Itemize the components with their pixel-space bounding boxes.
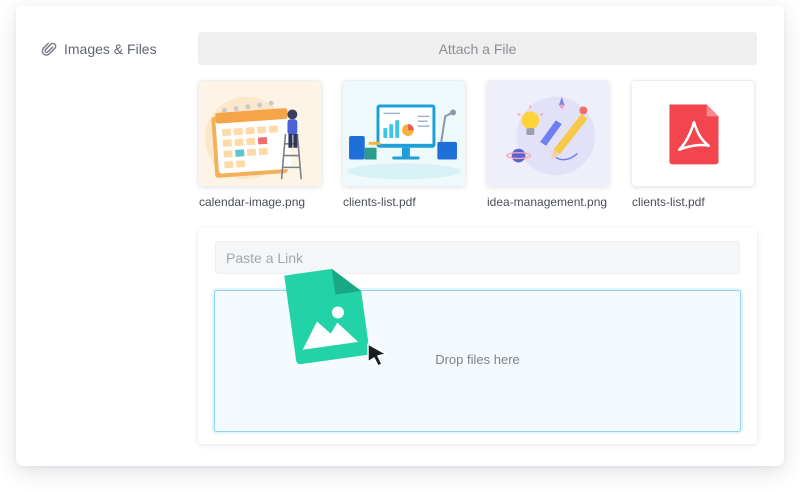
paste-link-input[interactable] <box>215 241 740 274</box>
field-label: Images & Files <box>41 39 157 59</box>
file-thumbnail-idea[interactable] <box>486 80 610 187</box>
file-name: calendar-image.png <box>199 195 306 209</box>
field-label-text: Images & Files <box>64 41 157 57</box>
dashboard-illustration <box>343 81 465 186</box>
drop-zone-text: Drop files here <box>435 352 520 367</box>
file-thumbnail-calendar[interactable] <box>198 80 322 187</box>
file-name: idea-management.png <box>487 195 608 209</box>
file-name: clients-list.pdf <box>632 195 705 209</box>
file-thumbnail-pdf[interactable] <box>631 80 755 187</box>
attach-file-button[interactable]: Attach a File <box>198 32 757 65</box>
idea-illustration <box>487 81 609 186</box>
file-thumbnail-dashboard[interactable] <box>342 80 466 187</box>
file-name: clients-list.pdf <box>343 195 416 209</box>
calendar-illustration <box>199 81 321 186</box>
paperclip-icon <box>41 41 57 57</box>
pdf-file-icon <box>632 81 754 186</box>
